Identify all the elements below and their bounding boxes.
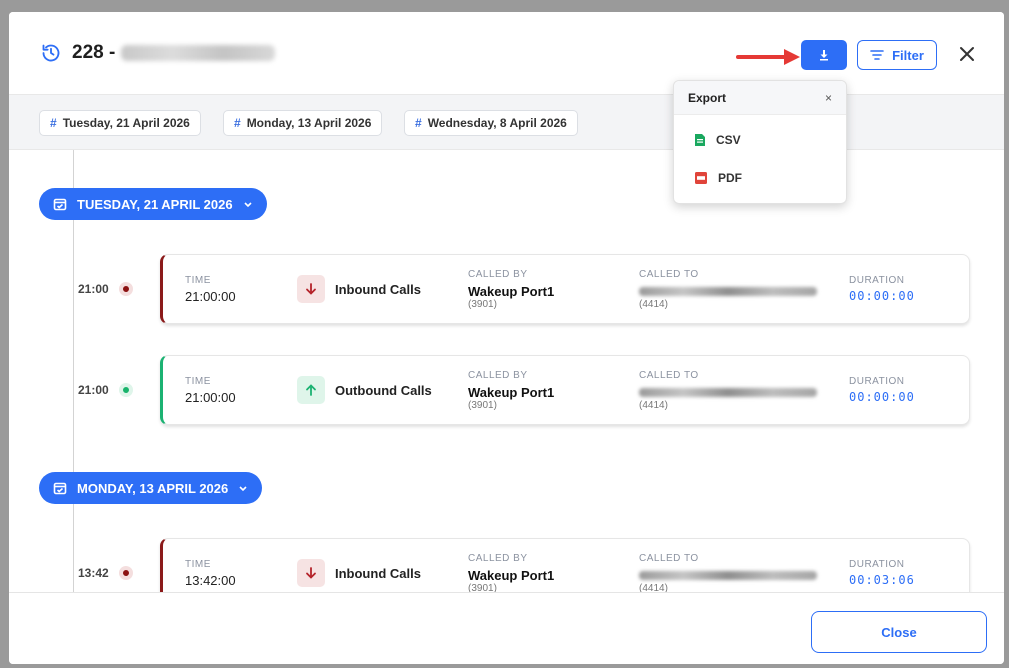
- filter-icon: [870, 50, 884, 60]
- export-csv-label: CSV: [716, 133, 741, 147]
- close-icon[interactable]: [957, 44, 977, 64]
- arrow-up-icon: [297, 376, 325, 404]
- outbound-dot-icon: [118, 383, 133, 397]
- hash-icon: #: [234, 116, 241, 130]
- duration-label: DURATION: [849, 376, 905, 387]
- duration-value: 00:03:06: [849, 573, 915, 587]
- called-by-ext: (3901): [468, 299, 497, 310]
- calendar-icon: [53, 482, 67, 495]
- call-time-marker: 21:00: [78, 282, 133, 296]
- export-title: Export: [688, 90, 727, 105]
- close-button[interactable]: Close: [811, 611, 987, 653]
- time-short: 13:42: [78, 566, 109, 580]
- page-title: 228 -: [72, 42, 276, 64]
- call-time-marker: 13:42: [78, 566, 133, 580]
- duration-value: 00:00:00: [849, 390, 915, 404]
- duration-value: 00:00:00: [849, 289, 915, 303]
- called-by-ext: (3901): [468, 583, 497, 592]
- export-close-icon[interactable]: ×: [825, 91, 832, 105]
- date-chip-label: Monday, 13 April 2026: [246, 116, 372, 130]
- date-group-header[interactable]: TUESDAY, 21 APRIL 2026: [39, 188, 267, 220]
- called-by-label: CALLED BY: [468, 553, 528, 564]
- called-to-label: CALLED TO: [639, 370, 699, 381]
- called-to-ext: (4414): [639, 400, 668, 411]
- call-card[interactable]: TIME 21:00:00 Inbound Calls CALLED BY Wa…: [160, 254, 970, 324]
- redacted-name: [121, 45, 276, 61]
- call-type: Inbound Calls: [297, 559, 421, 587]
- duration-label: DURATION: [849, 559, 905, 570]
- export-pdf-option[interactable]: PDF: [674, 159, 846, 197]
- call-type-label: Outbound Calls: [335, 382, 432, 398]
- time-label: TIME: [185, 559, 211, 570]
- export-pdf-label: PDF: [718, 171, 742, 185]
- time-short: 21:00: [78, 282, 109, 296]
- call-time-marker: 21:00: [78, 383, 133, 397]
- call-type-label: Inbound Calls: [335, 565, 421, 581]
- modal-header: 228 - Filter: [9, 12, 1004, 94]
- date-chip[interactable]: # Monday, 13 April 2026: [223, 110, 383, 136]
- call-type-label: Inbound Calls: [335, 281, 421, 297]
- time-label: TIME: [185, 275, 211, 286]
- date-group-label: TUESDAY, 21 APRIL 2026: [77, 196, 233, 212]
- called-to-label: CALLED TO: [639, 269, 699, 280]
- annotation-arrow-icon: [736, 49, 800, 65]
- time-value: 13:42:00: [185, 573, 236, 588]
- time-value: 21:00:00: [185, 289, 236, 304]
- time-label: TIME: [185, 376, 211, 387]
- called-by-name: Wakeup Port1: [468, 568, 555, 583]
- call-type: Outbound Calls: [297, 376, 432, 404]
- redacted-called-to: [639, 388, 817, 397]
- called-to-label: CALLED TO: [639, 553, 699, 564]
- chevron-down-icon: [239, 486, 247, 492]
- date-group-label: MONDAY, 13 APRIL 2026: [77, 480, 229, 496]
- call-timeline[interactable]: TUESDAY, 21 APRIL 2026 21:00 TIME 21:00:…: [9, 150, 1004, 592]
- call-type: Inbound Calls: [297, 275, 421, 303]
- redacted-called-to: [639, 287, 817, 296]
- export-csv-option[interactable]: CSV: [674, 121, 846, 159]
- csv-file-icon: [695, 134, 705, 146]
- filter-label: Filter: [892, 47, 924, 63]
- arrow-down-icon: [297, 559, 325, 587]
- history-icon: [42, 44, 60, 62]
- export-dropdown: Export × CSV PDF: [673, 80, 847, 204]
- called-by-name: Wakeup Port1: [468, 284, 555, 299]
- date-chip-bar: # Tuesday, 21 April 2026 # Monday, 13 Ap…: [9, 94, 1004, 150]
- extension-number: 228 -: [72, 42, 116, 63]
- hash-icon: #: [50, 116, 57, 130]
- called-by-name: Wakeup Port1: [468, 385, 555, 400]
- date-group-header[interactable]: MONDAY, 13 APRIL 2026: [39, 472, 263, 504]
- called-to-ext: (4414): [639, 583, 668, 592]
- hash-icon: #: [415, 116, 422, 130]
- called-by-label: CALLED BY: [468, 269, 528, 280]
- call-card[interactable]: TIME 13:42:00 Inbound Calls CALLED BY Wa…: [160, 538, 970, 592]
- date-chip-label: Wednesday, 8 April 2026: [427, 116, 567, 130]
- call-history-modal: 228 - Filter # Tuesday, 21 April 2026 # …: [9, 12, 1004, 664]
- date-chip[interactable]: # Wednesday, 8 April 2026: [404, 110, 578, 136]
- time-short: 21:00: [78, 383, 109, 397]
- time-value: 21:00:00: [185, 390, 236, 405]
- download-icon: [820, 50, 828, 61]
- arrow-down-icon: [297, 275, 325, 303]
- download-button[interactable]: [801, 40, 847, 70]
- export-header: Export ×: [674, 81, 846, 115]
- chevron-down-icon: [244, 202, 252, 208]
- filter-button[interactable]: Filter: [857, 40, 937, 70]
- date-chip[interactable]: # Tuesday, 21 April 2026: [39, 110, 201, 136]
- calendar-icon: [53, 198, 67, 211]
- modal-footer: Close: [9, 592, 1004, 664]
- called-by-label: CALLED BY: [468, 370, 528, 381]
- inbound-dot-icon: [118, 566, 133, 580]
- called-by-ext: (3901): [468, 400, 497, 411]
- duration-label: DURATION: [849, 275, 905, 286]
- pdf-file-icon: [695, 172, 707, 184]
- call-card[interactable]: TIME 21:00:00 Outbound Calls CALLED BY W…: [160, 355, 970, 425]
- redacted-called-to: [639, 571, 817, 580]
- inbound-dot-icon: [118, 282, 133, 296]
- called-to-ext: (4414): [639, 299, 668, 310]
- date-chip-label: Tuesday, 21 April 2026: [62, 116, 190, 130]
